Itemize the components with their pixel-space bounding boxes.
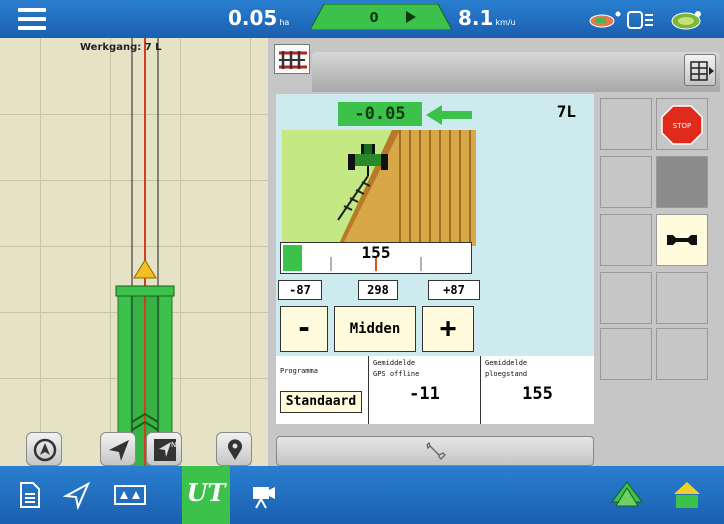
stop-button[interactable]: STOP — [656, 98, 708, 150]
ploegstand-value: 155 — [522, 384, 553, 404]
ut-icon: UT — [186, 478, 226, 507]
softkey-7[interactable] — [600, 272, 652, 324]
sections-count: 0 — [369, 11, 378, 26]
ut-panel: -0.05 7L 155 -87 298 +87 - Midden + Prog… — [268, 38, 724, 466]
lane-label: 7L — [556, 102, 576, 121]
navigation-icon[interactable] — [62, 480, 92, 510]
svg-text:N: N — [171, 441, 176, 449]
location-pin-button[interactable] — [216, 432, 252, 466]
softkey-10[interactable] — [656, 328, 708, 380]
navigate-icon — [109, 440, 129, 461]
speed-value: 8.1 — [458, 6, 494, 30]
softkey-8[interactable] — [656, 272, 708, 324]
speed-unit: km/u — [495, 18, 516, 27]
map-view[interactable]: Werkgang: 7 L N — [0, 38, 268, 466]
stop-icon: STOP — [661, 105, 703, 145]
offset-value: -0.05 — [338, 102, 422, 126]
settings-bar-button[interactable] — [276, 436, 594, 466]
navigate-button[interactable] — [100, 432, 136, 466]
camera-icon[interactable] — [248, 480, 278, 510]
softkey-9[interactable] — [600, 328, 652, 380]
compass-icon — [33, 438, 57, 462]
right-value: +87 — [428, 280, 480, 300]
display-status-icon[interactable] — [627, 11, 653, 29]
plough-field-graphic — [282, 130, 476, 246]
field-layers-icon[interactable] — [610, 480, 644, 510]
guidance-icon[interactable] — [112, 480, 148, 510]
ut-tab[interactable]: UT — [182, 466, 230, 524]
werkgang-label: Werkgang: 7 L — [80, 42, 162, 53]
home-field-icon[interactable] — [670, 480, 704, 510]
programma-label: Programma — [280, 367, 318, 375]
north-up-icon: N — [154, 439, 176, 461]
layout-button[interactable] — [684, 54, 716, 86]
plus-button[interactable]: + — [422, 306, 474, 352]
gps-signal-icon[interactable] — [589, 11, 621, 28]
wrench-icon — [667, 235, 697, 245]
implement-icon — [279, 51, 307, 69]
area-readout: 0.05 ha — [228, 6, 289, 30]
compass-button[interactable] — [26, 432, 62, 466]
tab-strip — [312, 52, 720, 92]
plough-control-screen: -0.05 7L 155 -87 298 +87 - Midden + Prog… — [276, 94, 594, 424]
softkey-5[interactable] — [600, 214, 652, 266]
tractor-position-icon — [133, 259, 157, 279]
programma-panel: Programma Standaard — [276, 356, 368, 424]
swath-overlay — [115, 38, 175, 466]
implement-tab[interactable] — [274, 44, 310, 74]
area-value: 0.05 — [228, 6, 278, 30]
isobus-icon[interactable] — [671, 11, 701, 30]
plough-width-bar: 155 — [280, 242, 472, 274]
sections-indicator[interactable]: 0 — [310, 4, 452, 30]
softkey-1[interactable] — [600, 98, 652, 150]
document-icon[interactable] — [14, 480, 44, 510]
wrench-button[interactable] — [656, 214, 708, 266]
location-pin-icon — [228, 439, 242, 460]
center-value: 298 — [358, 280, 398, 300]
status-icons — [589, 11, 701, 30]
north-up-button[interactable]: N — [146, 432, 182, 466]
minus-button[interactable]: - — [280, 306, 328, 352]
menu-icon[interactable] — [8, 5, 60, 33]
plough-width-value: 155 — [361, 243, 391, 262]
softkey-3[interactable] — [600, 156, 652, 208]
area-unit: ha — [279, 18, 290, 27]
ploegstand-panel: Gemiddelde ploegstand 155 — [480, 356, 594, 424]
layout-icon — [690, 61, 714, 81]
stop-label: STOP — [673, 122, 691, 130]
gps-offline-value: -11 — [409, 384, 440, 404]
wrench-icon — [426, 441, 446, 460]
bottom-bar: UT — [0, 466, 724, 524]
speed-readout: 8.1 km/u — [458, 6, 516, 30]
softkey-4[interactable] — [656, 156, 708, 208]
ploegstand-label-2: ploegstand — [485, 370, 528, 378]
gps-offline-panel: Gemiddelde GPS offline -11 — [368, 356, 480, 424]
programma-value[interactable]: Standaard — [280, 391, 362, 413]
gps-offline-label-1: Gemiddelde — [373, 359, 416, 367]
gps-offline-label-2: GPS offline — [373, 370, 420, 378]
ploegstand-label-1: Gemiddelde — [485, 359, 528, 367]
left-arrow-icon — [426, 105, 472, 125]
midden-button[interactable]: Midden — [334, 306, 416, 352]
left-value: -87 — [278, 280, 322, 300]
top-bar: 0.05 ha 0 8.1 km/u — [0, 0, 724, 38]
